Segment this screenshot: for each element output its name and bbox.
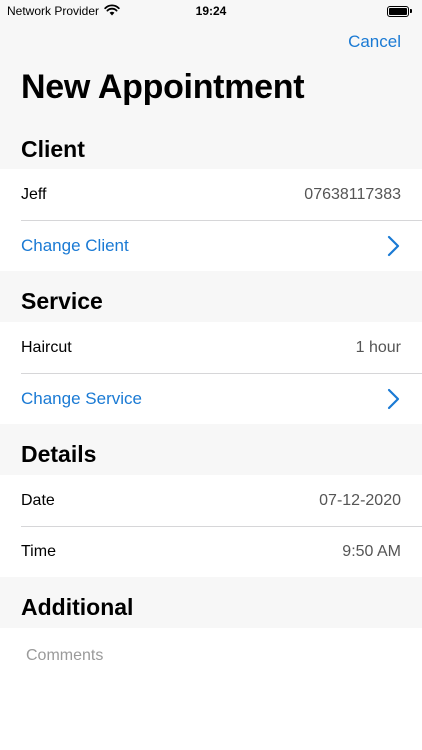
- chevron-right-icon: [387, 388, 401, 410]
- client-group: Jeff 07638117383 Change Client: [0, 169, 422, 271]
- service-duration: 1 hour: [355, 338, 401, 356]
- change-client-label: Change Client: [21, 235, 129, 255]
- change-service-label: Change Service: [21, 388, 142, 408]
- date-row[interactable]: Date 07-12-2020: [0, 475, 422, 526]
- comments-input[interactable]: [0, 628, 422, 750]
- section-header-service: Service: [21, 288, 103, 314]
- section-header-details: Details: [21, 441, 97, 467]
- service-info-row: Haircut 1 hour: [0, 322, 422, 373]
- date-label: Date: [21, 491, 55, 509]
- section-header-client: Client: [21, 136, 85, 162]
- page-title: New Appointment: [21, 68, 305, 106]
- client-phone: 07638117383: [304, 185, 401, 203]
- client-name: Jeff: [21, 185, 47, 203]
- time-row[interactable]: Time 9:50 AM: [0, 526, 422, 577]
- date-value: 07-12-2020: [319, 491, 401, 509]
- new-appointment-screen: Network Provider 19:24 Cancel New Appoin…: [0, 0, 422, 750]
- time-label: Time: [21, 542, 56, 560]
- details-group: Date 07-12-2020 Time 9:50 AM: [0, 475, 422, 577]
- change-client-button[interactable]: Change Client: [0, 220, 422, 271]
- status-left: Network Provider: [7, 3, 120, 19]
- change-service-button[interactable]: Change Service: [0, 373, 422, 424]
- cancel-button[interactable]: Cancel: [348, 32, 401, 52]
- time-value: 9:50 AM: [342, 542, 401, 560]
- wifi-icon: [104, 3, 120, 19]
- status-bar: Network Provider 19:24: [0, 0, 422, 22]
- service-group: Haircut 1 hour Change Service: [0, 322, 422, 424]
- service-name: Haircut: [21, 338, 72, 356]
- section-header-additional: Additional: [21, 594, 134, 620]
- comments-area: [0, 628, 422, 750]
- battery-icon: [387, 5, 412, 17]
- chevron-right-icon: [387, 235, 401, 257]
- client-info-row: Jeff 07638117383: [0, 169, 422, 220]
- carrier-label: Network Provider: [7, 4, 100, 18]
